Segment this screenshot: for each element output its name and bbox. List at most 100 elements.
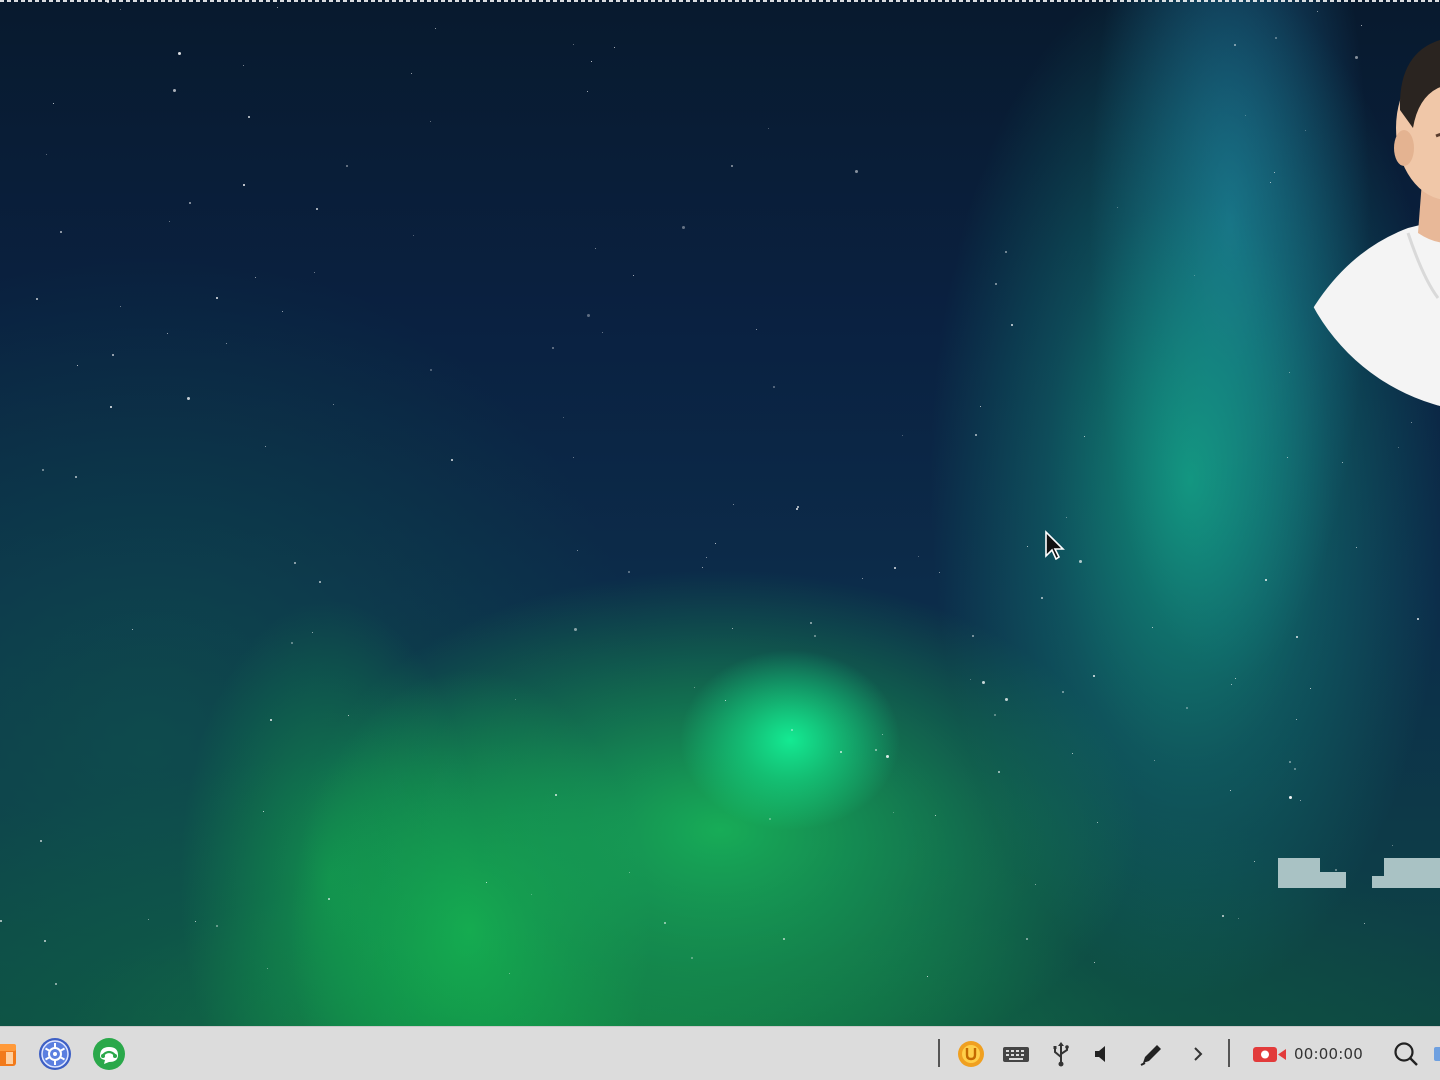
u-app-icon <box>958 1041 984 1067</box>
recording-timer: 00:00:00 <box>1294 1045 1363 1063</box>
star <box>982 681 985 684</box>
star <box>267 968 268 969</box>
star <box>995 283 997 285</box>
files-app-icon <box>0 1044 16 1066</box>
star <box>77 365 78 366</box>
star <box>595 248 596 249</box>
star <box>148 919 149 920</box>
star <box>515 699 516 700</box>
star <box>577 550 578 551</box>
star <box>1265 579 1267 581</box>
star <box>60 231 62 233</box>
desktop: 00:00:00 <box>0 0 1440 1080</box>
files-app-button[interactable] <box>0 1039 18 1069</box>
keyboard-button[interactable] <box>1002 1039 1030 1069</box>
chat-app-button[interactable] <box>91 1038 127 1070</box>
star <box>1234 44 1236 46</box>
star <box>216 925 218 927</box>
star <box>0 920 2 922</box>
star <box>927 976 928 977</box>
star <box>312 632 313 633</box>
star <box>773 386 775 388</box>
star <box>112 354 114 356</box>
mouse-cursor-icon <box>1045 530 1065 560</box>
star <box>282 311 283 312</box>
star <box>42 469 44 471</box>
usb-button[interactable] <box>1048 1039 1074 1069</box>
obscured-region <box>1278 858 1440 888</box>
star <box>319 581 321 583</box>
star <box>893 812 894 813</box>
star <box>1275 37 1277 39</box>
star <box>939 572 940 573</box>
star <box>573 44 574 45</box>
star <box>189 202 191 204</box>
star <box>1072 753 1073 754</box>
star <box>248 116 250 118</box>
star <box>629 872 630 873</box>
star <box>1154 760 1155 761</box>
star <box>587 91 588 92</box>
star <box>1342 462 1343 463</box>
star <box>574 628 577 631</box>
star <box>975 434 977 436</box>
search-button[interactable] <box>1390 1039 1422 1069</box>
star <box>1392 845 1393 846</box>
star <box>243 184 245 186</box>
star <box>120 9 121 10</box>
overflow-app-icon[interactable] <box>1434 1047 1440 1061</box>
star <box>348 715 349 716</box>
star <box>797 506 799 508</box>
star <box>862 578 863 579</box>
settings-app-button[interactable] <box>37 1038 73 1070</box>
star <box>430 369 432 371</box>
star <box>733 504 734 505</box>
star <box>270 719 272 721</box>
star <box>1310 688 1311 689</box>
star <box>120 306 121 307</box>
usb-icon <box>1053 1042 1069 1067</box>
star <box>1296 719 1297 720</box>
star <box>46 154 47 155</box>
star <box>935 815 936 816</box>
star <box>435 28 436 29</box>
star <box>814 635 816 637</box>
star <box>486 882 487 883</box>
volume-button[interactable] <box>1090 1039 1114 1069</box>
star <box>1097 822 1098 823</box>
star <box>1079 560 1082 563</box>
selection-border <box>0 0 1440 2</box>
star <box>1066 517 1067 518</box>
star <box>1026 938 1028 940</box>
star <box>1300 800 1301 801</box>
star <box>291 642 293 644</box>
star <box>107 1 109 3</box>
star <box>555 794 557 796</box>
u-app-button[interactable] <box>956 1039 986 1069</box>
pen-button[interactable] <box>1138 1039 1166 1069</box>
star <box>55 983 57 985</box>
star <box>1289 796 1292 799</box>
star <box>732 628 733 629</box>
star <box>1005 698 1008 701</box>
star <box>44 940 46 942</box>
star <box>980 406 981 407</box>
star <box>36 298 38 300</box>
star <box>430 121 431 122</box>
star <box>294 562 296 564</box>
star <box>1274 172 1275 173</box>
star <box>277 7 278 8</box>
keyboard-icon <box>1003 1047 1029 1062</box>
star <box>715 543 716 544</box>
tray-separator <box>1228 1039 1230 1067</box>
star <box>169 221 170 222</box>
expand-tray-button[interactable] <box>1186 1039 1210 1069</box>
star <box>756 329 757 330</box>
star <box>1364 923 1365 924</box>
star <box>1222 915 1224 917</box>
star <box>413 235 414 236</box>
star <box>1194 275 1195 276</box>
screen-recorder-button[interactable]: 00:00:00 <box>1252 1039 1372 1069</box>
star <box>702 567 703 568</box>
star <box>1289 761 1291 763</box>
